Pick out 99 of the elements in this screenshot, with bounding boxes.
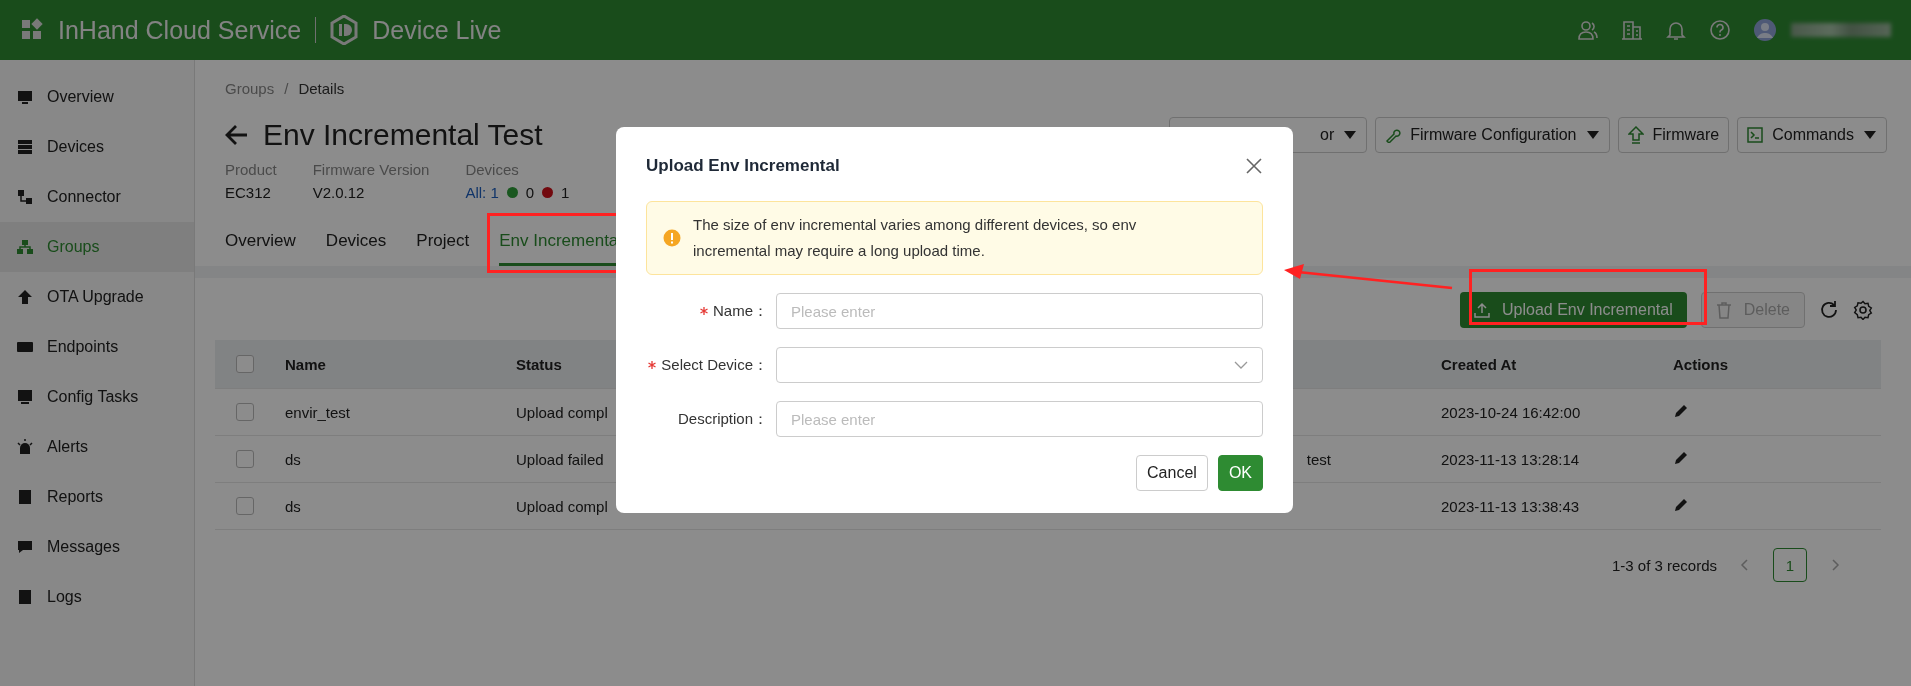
page-button[interactable]: 1 bbox=[1773, 548, 1807, 582]
field-label: Name： bbox=[713, 301, 768, 321]
field-label: Select Device： bbox=[661, 355, 768, 375]
table-cell: test bbox=[1306, 450, 1331, 468]
sidebar-item[interactable]: Logs bbox=[0, 572, 194, 622]
sidebar-item[interactable]: Messages bbox=[0, 522, 194, 572]
checkbox[interactable] bbox=[236, 403, 254, 421]
required-icon bbox=[648, 361, 657, 369]
required-icon bbox=[700, 307, 708, 315]
previous-page-icon[interactable] bbox=[1739, 558, 1751, 572]
caret-icon bbox=[1585, 130, 1600, 140]
meta-label: Product bbox=[225, 161, 277, 178]
edit-icon[interactable] bbox=[1673, 449, 1689, 466]
apps-icon[interactable] bbox=[20, 18, 44, 42]
online-count: 0 bbox=[525, 184, 535, 201]
close-icon[interactable] bbox=[1245, 157, 1263, 175]
page-title: Env Incremental Test bbox=[263, 118, 543, 152]
chevron-down-icon bbox=[1234, 360, 1248, 370]
edit-icon[interactable] bbox=[1673, 496, 1689, 513]
table-cell-text: 2023-10-24 16:42:00 bbox=[1440, 403, 1582, 421]
back-arrow-icon[interactable] bbox=[225, 124, 249, 146]
upload-arrow-icon bbox=[1627, 126, 1644, 144]
column-header: Status bbox=[516, 355, 562, 373]
offline-count: 1 bbox=[561, 184, 570, 201]
avatar-icon[interactable] bbox=[1753, 18, 1777, 42]
server-icon bbox=[17, 139, 33, 155]
help-icon[interactable] bbox=[1709, 19, 1731, 41]
logo-icon bbox=[330, 15, 359, 45]
chat-icon bbox=[17, 539, 33, 555]
alert-text: The size of env incremental varies among different devices, so env incremental may require a long upload time. bbox=[693, 215, 1138, 261]
next-page-icon[interactable] bbox=[1829, 558, 1841, 572]
sidebar-item[interactable]: Reports bbox=[0, 472, 194, 522]
monitor-icon bbox=[17, 389, 33, 405]
settings-icon[interactable] bbox=[1853, 300, 1873, 320]
online-status-dot bbox=[506, 187, 518, 198]
sidebar-item[interactable]: Devices bbox=[0, 122, 194, 172]
monitor-icon bbox=[17, 89, 33, 105]
upload-icon bbox=[1474, 302, 1490, 318]
dropdown-button[interactable]: Firmware Configuration bbox=[1375, 117, 1610, 153]
dialog-title: Upload Env Incremental bbox=[646, 156, 840, 176]
action-button[interactable]: Firmware bbox=[1617, 117, 1730, 153]
table-cell-text: 2023-11-13 13:28:14 bbox=[1440, 450, 1581, 468]
text-field[interactable]: Please enter bbox=[776, 293, 1263, 329]
meta-label: Firmware Version bbox=[312, 161, 430, 178]
sidebar-item[interactable]: Endpoints bbox=[0, 322, 194, 372]
sidebar-item[interactable]: Config Tasks bbox=[0, 372, 194, 422]
sidebar-item[interactable]: OTA Upgrade bbox=[0, 272, 194, 322]
meta-value: EC312 bbox=[225, 184, 272, 201]
sidebar-item[interactable]: Overview bbox=[0, 72, 194, 122]
field-label: Description： bbox=[677, 409, 768, 429]
upload-arrow-icon bbox=[17, 289, 33, 305]
warning-icon bbox=[663, 229, 681, 247]
app-name: InHand Cloud Service bbox=[58, 15, 302, 45]
checkbox[interactable] bbox=[236, 450, 254, 468]
sidebar-item[interactable]: Connector bbox=[0, 172, 194, 222]
meta-label: Devices bbox=[465, 161, 520, 178]
trash-icon bbox=[1715, 301, 1732, 319]
checkbox[interactable] bbox=[236, 355, 254, 373]
siren-icon bbox=[17, 439, 33, 455]
table-cell: Upload failed bbox=[516, 450, 604, 468]
text-field[interactable]: Please enter bbox=[776, 401, 1263, 437]
dropdown-button[interactable]: Commands bbox=[1737, 117, 1887, 153]
tab[interactable]: Overview bbox=[225, 223, 296, 266]
column-header: Actions bbox=[1672, 355, 1729, 373]
breadcrumb-item[interactable]: Groups bbox=[225, 80, 275, 97]
tab[interactable]: Project bbox=[416, 223, 470, 266]
users-icon[interactable] bbox=[1577, 19, 1599, 41]
edit-icon[interactable] bbox=[1673, 402, 1689, 419]
connector-icon bbox=[17, 189, 33, 205]
device-count-link[interactable]: All: 1 bbox=[465, 184, 499, 201]
meta-value: V2.0.12 bbox=[312, 184, 366, 201]
tab[interactable]: Devices bbox=[325, 223, 387, 266]
hierarchy-icon bbox=[17, 239, 33, 255]
breadcrumb-separator: / bbox=[284, 80, 289, 97]
ok-button[interactable]: OK bbox=[1217, 455, 1263, 491]
cancel-button[interactable]: Cancel bbox=[1136, 455, 1208, 491]
table-cell-text: envir_test bbox=[284, 403, 352, 421]
bell-icon[interactable] bbox=[1665, 19, 1687, 41]
terminal-icon bbox=[1747, 127, 1764, 143]
select-field[interactable] bbox=[776, 347, 1263, 383]
table-cell-text: ds bbox=[284, 450, 302, 468]
table-cell-text: ds bbox=[284, 497, 302, 515]
record-count: 1-3 of 3 records bbox=[1611, 556, 1717, 574]
wrench-icon bbox=[1385, 127, 1402, 143]
column-header: Created At bbox=[1440, 355, 1518, 373]
checkbox[interactable] bbox=[236, 497, 254, 515]
refresh-icon[interactable] bbox=[1819, 300, 1839, 320]
sidebar-item[interactable]: Alerts bbox=[0, 422, 194, 472]
breadcrumb-item: Details bbox=[298, 80, 345, 97]
table-cell: Upload compl bbox=[516, 497, 608, 515]
table-cell: Upload compl bbox=[516, 403, 608, 421]
document-icon bbox=[17, 589, 33, 605]
column-header: Name bbox=[284, 355, 327, 373]
product-name: Device Live bbox=[372, 15, 502, 45]
building-icon[interactable] bbox=[1621, 19, 1643, 41]
caret-icon bbox=[1863, 130, 1877, 140]
caret-icon bbox=[1343, 130, 1358, 140]
offline-status-dot bbox=[542, 187, 554, 198]
table-cell-text: 2023-11-13 13:38:43 bbox=[1440, 497, 1581, 515]
